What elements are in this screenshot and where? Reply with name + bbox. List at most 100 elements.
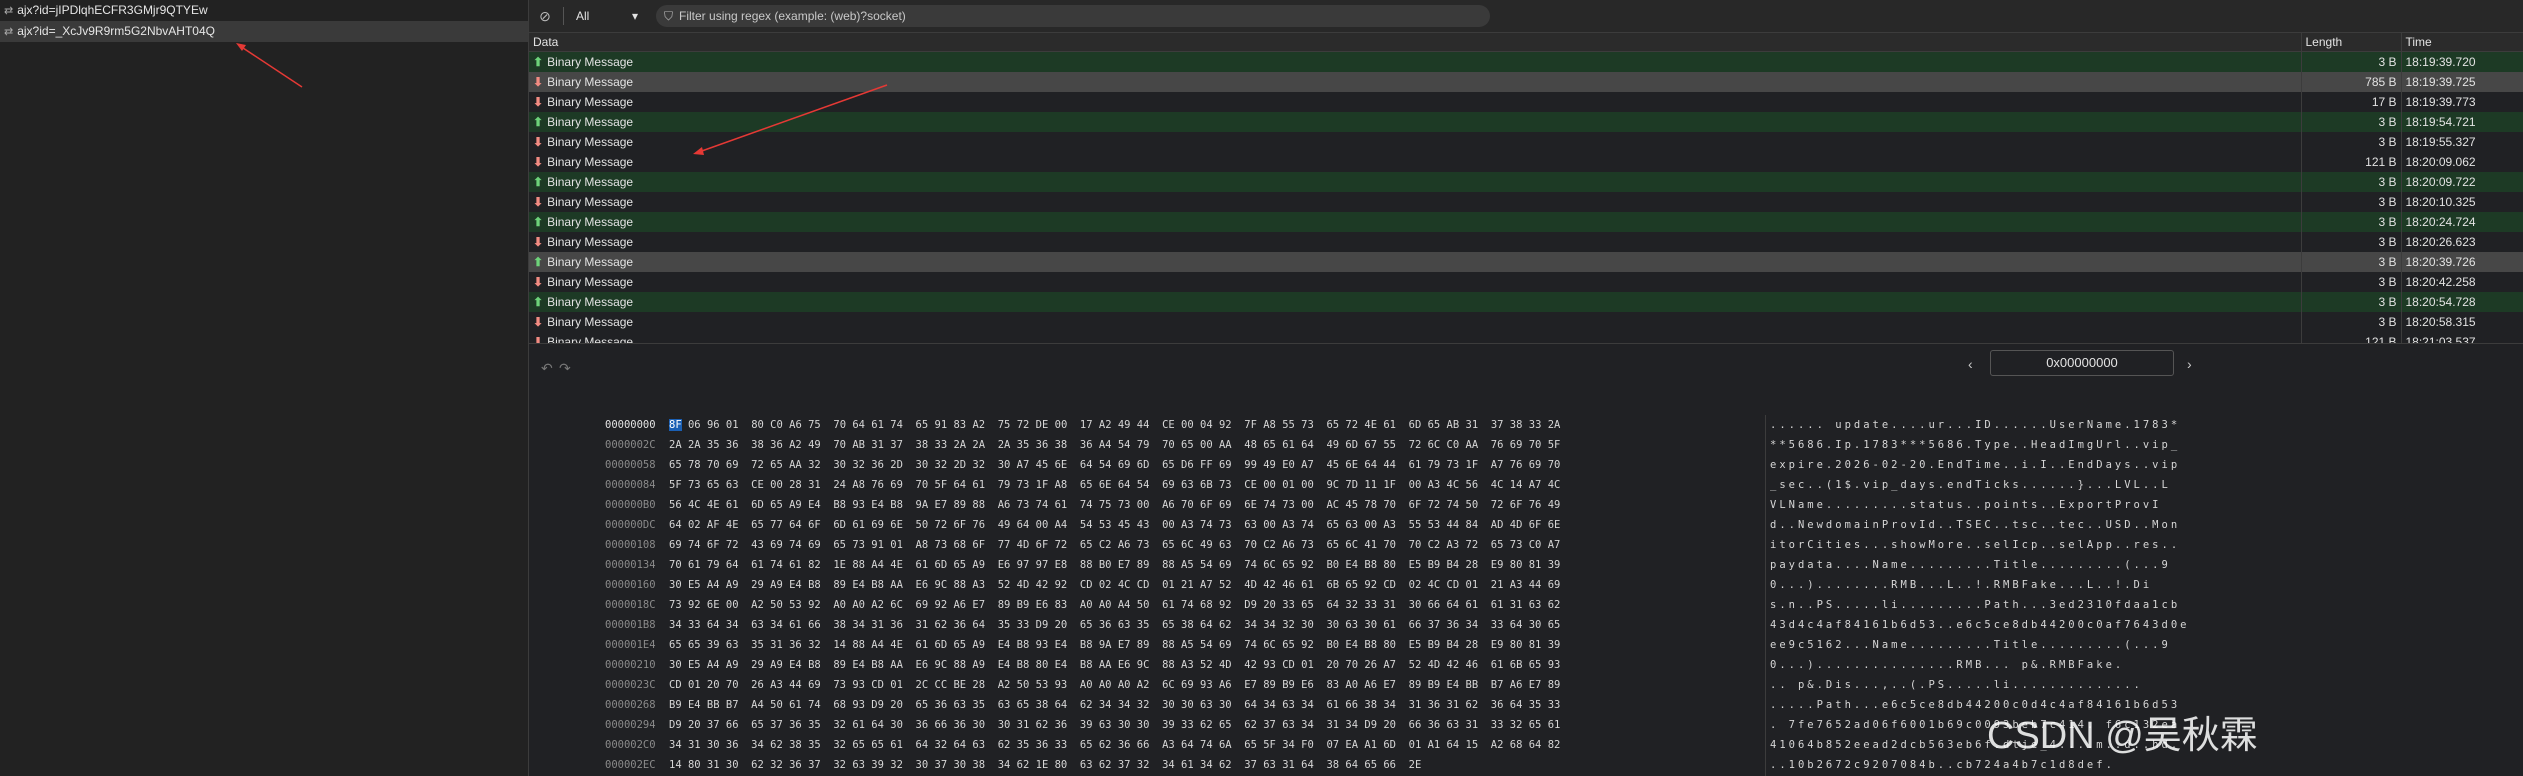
message-row[interactable]: ⬆ Binary Message 3 B 18:20:39.726 (529, 252, 2523, 272)
message-data-label: Binary Message (547, 215, 634, 229)
message-length-cell: 17 B (2301, 92, 2402, 112)
message-row[interactable]: ⬆ Binary Message 3 B 18:20:24.724 (529, 212, 2523, 232)
hex-address: 0000023C (605, 679, 656, 691)
selected-byte[interactable]: 8F (669, 419, 682, 431)
hex-bytes[interactable]: 8F 06 96 01 80 C0 A6 75 70 64 61 74 65 9… (669, 415, 1560, 435)
chevron-left-icon[interactable]: ‹ (1968, 356, 1973, 372)
arrow-down-icon: ⬇ (533, 335, 544, 344)
message-length-cell: 3 B (2301, 112, 2402, 132)
message-time-cell: 18:20:42.258 (2401, 272, 2523, 292)
message-row[interactable]: ⬆ Binary Message 3 B 18:20:09.722 (529, 172, 2523, 192)
hex-bytes[interactable]: 70 61 79 64 61 74 61 82 1E 88 A4 4E 61 6… (669, 555, 1560, 575)
message-row[interactable]: ⬆ Binary Message 3 B 18:19:39.720 (529, 51, 2523, 72)
message-row[interactable]: ⬇ Binary Message 121 B 18:20:09.062 (529, 152, 2523, 172)
message-row[interactable]: ⬇ Binary Message 3 B 18:20:10.325 (529, 192, 2523, 212)
message-time-cell: 18:19:55.327 (2401, 132, 2523, 152)
arrow-up-icon: ⬆ (533, 295, 544, 309)
message-row[interactable]: ⬇ Binary Message 17 B 18:19:39.773 (529, 92, 2523, 112)
message-data-cell: ⬇ Binary Message (529, 232, 2302, 252)
undo-icon[interactable]: ↶ (541, 360, 553, 377)
hex-address: 00000294 (605, 719, 656, 731)
annotation-arrow-left (236, 43, 303, 88)
message-row[interactable]: ⬇ Binary Message 3 B 18:19:55.327 (529, 132, 2523, 152)
message-row[interactable]: ⬇ Binary Message 121 B 18:21:03.537 (529, 332, 2523, 344)
arrow-down-icon: ⬇ (533, 95, 544, 109)
request-item-selected[interactable]: ⇄ ajx?id=_XcJv9R9rm5G2NbvAHT04Q (0, 21, 528, 42)
hex-address: 0000002C (605, 439, 656, 451)
message-data-cell: ⬇ Binary Message (529, 132, 2302, 152)
message-time-cell: 18:21:03.537 (2401, 332, 2523, 343)
hex-bytes[interactable]: B9 E4 BB B7 A4 50 61 74 68 93 D9 20 65 3… (669, 695, 1560, 715)
hex-ascii[interactable]: VLName.........status..points..ExportPro… (1770, 495, 2162, 515)
hex-bytes[interactable]: D9 20 37 66 65 37 36 35 32 61 64 30 36 6… (669, 715, 1560, 735)
message-row[interactable]: ⬇ Binary Message 3 B 18:20:42.258 (529, 272, 2523, 292)
request-item-label: ajx?id=_XcJv9R9rm5G2NbvAHT04Q (17, 24, 215, 38)
column-header-length[interactable]: Length (2301, 33, 2402, 52)
hex-ascii[interactable]: s.n..PS.....li.........Path...3ed2310fda… (1770, 595, 2180, 615)
message-type-select[interactable]: All ▾ (572, 6, 642, 26)
hex-address: 00000000 (605, 419, 656, 431)
chevron-right-icon[interactable]: › (2187, 356, 2192, 372)
message-length-cell: 785 B (2301, 72, 2402, 92)
hex-ascii[interactable]: 43d4c4af84161b6d53..e6c5ce8db44200c0af76… (1770, 615, 2189, 635)
hex-ascii[interactable]: **5686.Ip.1783***5686.Type..HeadImgUrl..… (1770, 435, 2180, 455)
message-data-cell: ⬇ Binary Message (529, 312, 2302, 332)
hex-bytes[interactable]: 2A 2A 35 36 38 36 A2 49 70 AB 31 37 38 3… (669, 435, 1560, 455)
hex-ascii[interactable]: .. p&.Dis...,..(.PS.....li.............. (1770, 675, 2143, 695)
hex-address: 00000058 (605, 459, 656, 471)
websocket-icon: ⇄ (4, 26, 14, 38)
toolbar-divider (563, 7, 564, 25)
message-data-label: Binary Message (547, 55, 634, 69)
message-length-cell: 3 B (2301, 252, 2402, 272)
message-length-cell: 3 B (2301, 212, 2402, 232)
column-header-data[interactable]: Data (529, 33, 2302, 52)
hex-bytes[interactable]: CD 01 20 70 26 A3 44 69 73 93 CD 01 2C C… (669, 675, 1560, 695)
message-length-cell: 121 B (2301, 152, 2402, 172)
hex-ascii[interactable]: 0...)........RMB...L..!.RMBFake...L..!.D… (1770, 575, 2152, 595)
hex-bytes[interactable]: 30 E5 A4 A9 29 A9 E4 B8 89 E4 B8 AA E6 9… (669, 655, 1560, 675)
messages-toolbar: ⊘ All ▾ ⛉ Filter using regex (example: (… (529, 0, 2523, 33)
message-row[interactable]: ⬆ Binary Message 3 B 18:20:54.728 (529, 292, 2523, 312)
hex-bytes[interactable]: 5F 73 65 63 CE 00 28 31 24 A8 76 69 70 5… (669, 475, 1560, 495)
hex-bytes[interactable]: 30 E5 A4 A9 29 A9 E4 B8 89 E4 B8 AA E6 9… (669, 575, 1560, 595)
message-data-label: Binary Message (547, 275, 634, 289)
hex-bytes[interactable]: 14 80 31 30 62 32 36 37 32 63 39 32 30 3… (669, 755, 1421, 775)
message-data-cell: ⬇ Binary Message (529, 152, 2302, 172)
hex-bytes[interactable]: 56 4C 4E 61 6D 65 A9 E4 B8 93 E4 B8 9A E… (669, 495, 1560, 515)
message-data-cell: ⬆ Binary Message (529, 252, 2302, 272)
arrow-down-icon: ⬇ (533, 195, 544, 209)
hex-bytes[interactable]: 34 31 30 36 34 62 38 35 32 65 65 61 64 3… (669, 735, 1560, 755)
hex-ascii[interactable]: ee9c5162...Name.........Title.........(.… (1770, 635, 2171, 655)
hex-navigation-bar: ‹ 0x00000000 › (529, 344, 2523, 384)
hex-bytes[interactable]: 64 02 AF 4E 65 77 64 6F 6D 61 69 6E 50 7… (669, 515, 1560, 535)
clear-icon[interactable]: ⊘ (535, 6, 555, 26)
request-item-label: ajx?id=jIPDlqhECFR3GMjr9QTYEw (17, 3, 208, 17)
hex-bytes[interactable]: 69 74 6F 72 43 69 74 69 65 73 91 01 A8 7… (669, 535, 1560, 555)
hex-bytes[interactable]: 65 65 39 63 35 31 36 32 14 88 A4 4E 61 6… (669, 635, 1560, 655)
message-time-cell: 18:20:58.315 (2401, 312, 2523, 332)
hex-ascii[interactable]: paydata....Name.........Title.........(.… (1770, 555, 2171, 575)
request-item[interactable]: ⇄ ajx?id=jIPDlqhECFR3GMjr9QTYEw (0, 0, 528, 21)
hex-bytes[interactable]: 73 92 6E 00 A2 50 53 92 A0 A0 A2 6C 69 9… (669, 595, 1560, 615)
hex-ascii[interactable]: 0...)...............RMB... p&.RMBFake. (1770, 655, 2124, 675)
hex-ascii[interactable]: itorCities...showMore..selIcp..selApp..r… (1770, 535, 2180, 555)
message-row[interactable]: ⬇ Binary Message 785 B 18:19:39.725 (529, 72, 2523, 92)
hex-ascii[interactable]: d..NewdomainProvId..TSEC..tsc..tec..USD.… (1770, 515, 2180, 535)
message-data-cell: ⬇ Binary Message (529, 92, 2302, 112)
message-row[interactable]: ⬇ Binary Message 3 B 18:20:26.623 (529, 232, 2523, 252)
message-row[interactable]: ⬆ Binary Message 3 B 18:19:54.721 (529, 112, 2523, 132)
hex-ascii[interactable]: expire.2026-02-20.EndTime..i.I..EndDays.… (1770, 455, 2180, 475)
message-row[interactable]: ⬇ Binary Message 3 B 18:20:58.315 (529, 312, 2523, 332)
hex-bytes[interactable]: 65 78 70 69 72 65 AA 32 30 32 36 2D 30 3… (669, 455, 1560, 475)
message-time-cell: 18:19:39.720 (2401, 51, 2523, 72)
offset-input[interactable]: 0x00000000 (1990, 350, 2174, 376)
message-data-label: Binary Message (547, 235, 634, 249)
filter-input[interactable]: ⛉ Filter using regex (example: (web)?soc… (656, 5, 1490, 27)
hex-bytes[interactable]: 34 33 64 34 63 34 61 66 38 34 31 36 31 6… (669, 615, 1560, 635)
redo-icon[interactable]: ↷ (559, 360, 571, 377)
message-time-cell: 18:20:26.623 (2401, 232, 2523, 252)
column-header-time[interactable]: Time (2401, 33, 2523, 52)
hex-ascii[interactable]: _sec..(1$.vip_days.endTicks......}...LVL… (1770, 475, 2171, 495)
filter-placeholder: Filter using regex (example: (web)?socke… (679, 9, 906, 23)
hex-ascii[interactable]: ...... update....ur...ID......UserName.1… (1770, 415, 2180, 435)
